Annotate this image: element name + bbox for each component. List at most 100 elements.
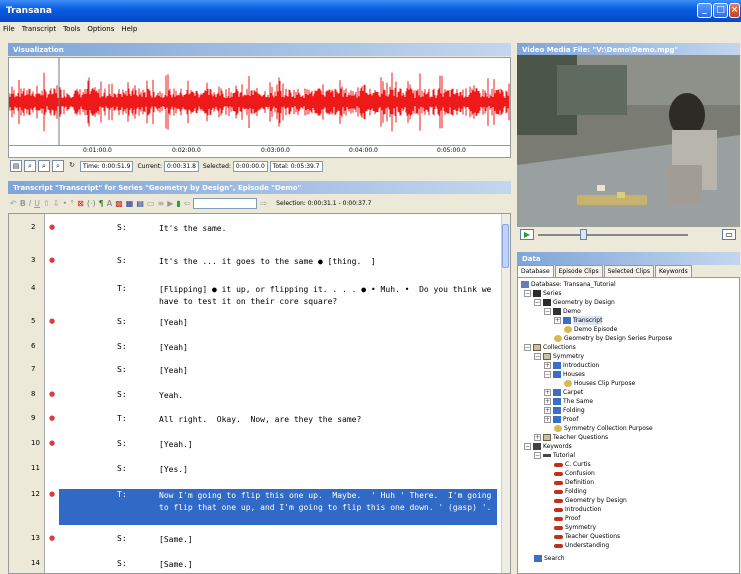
timecode-marker[interactable]: ● [49, 317, 55, 325]
tree-node[interactable]: − Series [524, 289, 561, 298]
timecode-marker[interactable]: ● [49, 414, 55, 422]
tree-node[interactable]: + Proof [544, 415, 578, 424]
tree-node[interactable]: + The Same [544, 397, 593, 406]
tree-node[interactable]: + Transcript [554, 316, 603, 325]
whisper-icon[interactable]: ° [70, 199, 74, 208]
tree-node[interactable]: Introduction [554, 505, 601, 514]
tree-node[interactable]: Demo Episode [564, 325, 617, 334]
utterance[interactable]: Now I'm going to flip this one up. Maybe… [159, 490, 499, 514]
tree-node[interactable]: Understanding [554, 541, 609, 550]
tree-node[interactable]: Symmetry Collection Purpose [554, 424, 653, 433]
menu-file[interactable]: File [3, 25, 15, 33]
tree-node[interactable]: + Introduction [544, 361, 599, 370]
utterance[interactable]: [Flipping] ● it up, or flipping it. . . … [159, 284, 499, 308]
slider-knob[interactable] [580, 228, 587, 240]
tree-node[interactable]: − Tutorial [534, 451, 575, 460]
utterance[interactable]: [Same.] [159, 559, 499, 571]
menu-tools[interactable]: Tools [63, 25, 80, 33]
back-icon[interactable]: ⇦ [184, 199, 191, 208]
transcript-editor[interactable]: 2 ● S: It's the same. 3 ● S: It's the ..… [8, 213, 511, 574]
filter-icon[interactable]: ▤ [10, 160, 22, 172]
font-icon[interactable]: A [107, 199, 112, 208]
tab-database[interactable]: Database [517, 265, 554, 277]
timecode-marker[interactable]: ● [49, 534, 55, 542]
transcript-scrollbar[interactable] [501, 214, 510, 573]
traffic-light-icon[interactable]: ▮ [176, 199, 180, 208]
falling-intonation-icon[interactable]: ⇩ [53, 199, 60, 208]
bold-icon[interactable]: B [20, 199, 26, 208]
video-frame[interactable] [517, 55, 740, 227]
maximize-button[interactable]: □ [713, 3, 728, 18]
utterance[interactable]: [Yeah.] [159, 439, 499, 451]
pdf-icon[interactable]: ▩ [115, 199, 123, 208]
scrollbar-thumb[interactable] [502, 224, 509, 268]
utterance[interactable]: It's the same. [159, 223, 499, 235]
save-icon[interactable]: ▤ [136, 199, 144, 208]
menu-options[interactable]: Options [87, 25, 114, 33]
zoom-in-icon[interactable]: ⌕ [24, 160, 36, 172]
tree-node[interactable]: − Houses [544, 370, 585, 379]
pause-icon[interactable]: (·) [87, 199, 96, 208]
tree-node[interactable]: Teacher Questions [554, 532, 620, 541]
search-input[interactable] [193, 198, 258, 209]
close-button[interactable]: × [729, 3, 740, 18]
zoom-out-icon[interactable]: ⌕ [38, 160, 50, 172]
utterance[interactable]: [Yeah] [159, 342, 499, 354]
timecode-icon[interactable]: ⊠ [77, 199, 84, 208]
search-next-icon[interactable]: ⇨ [260, 199, 267, 208]
tree-node[interactable]: Geometry by Design Series Purpose [554, 334, 672, 343]
tree-node[interactable]: Search [534, 554, 565, 563]
timecode-marker[interactable]: ● [49, 223, 55, 231]
tree-node[interactable]: Symmetry [554, 523, 596, 532]
zoom-reset-icon[interactable]: ⌕ [52, 160, 64, 172]
tab-selected-clips[interactable]: Selected Clips [603, 265, 654, 277]
tree-node[interactable]: Database: Transana_Tutorial [521, 280, 616, 289]
tree-node[interactable]: Definition [554, 478, 594, 487]
timecode-marker[interactable]: ● [49, 439, 55, 447]
tree-node[interactable]: + Carpet [544, 388, 583, 397]
utterance[interactable]: Yeah. [159, 390, 499, 402]
database-tree[interactable]: Database: Transana_Tutorial − Series − Geo… [517, 277, 740, 574]
position-slider[interactable] [538, 228, 688, 240]
tree-node[interactable]: Geometry by Design [554, 496, 627, 505]
play-button[interactable]: ▶ [520, 229, 534, 240]
utterance[interactable]: All right. Okay. Now, are they the same? [159, 414, 499, 426]
timecode-marker[interactable]: ● [49, 256, 55, 264]
waveform-display[interactable] [8, 57, 511, 146]
tab-episode-clips[interactable]: Episode Clips [554, 265, 603, 277]
tree-node[interactable]: Proof [554, 514, 580, 523]
tree-node[interactable]: − Keywords [524, 442, 572, 451]
tree-node[interactable]: − Collections [524, 343, 576, 352]
tree-node[interactable]: − Geometry by Design [534, 298, 615, 307]
utterance[interactable]: [Yeah] [159, 365, 499, 377]
tree-node[interactable]: + Folding [544, 406, 585, 415]
video-size-button[interactable]: ▭ [722, 229, 736, 240]
rising-intonation-icon[interactable]: ⇧ [43, 199, 50, 208]
timecode-marker[interactable]: ● [49, 390, 55, 398]
utterance[interactable]: [Yes.] [159, 464, 499, 476]
list-icon[interactable]: ≡ [157, 199, 164, 208]
utterance[interactable]: [Same.] [159, 534, 499, 546]
tree-node[interactable]: C. Curtis [554, 460, 591, 469]
insert-icon[interactable]: ¶ [99, 199, 104, 208]
underline-icon[interactable]: U [34, 199, 40, 208]
tab-keywords[interactable]: Keywords [654, 265, 692, 277]
minimize-button[interactable]: _ [697, 3, 712, 18]
tree-node[interactable]: Houses Clip Purpose [564, 379, 635, 388]
tree-node[interactable]: Confusion [554, 469, 595, 478]
tree-node[interactable]: + Teacher Questions [534, 433, 608, 442]
properties-icon[interactable]: ▦ [126, 199, 134, 208]
timecode-marker[interactable]: ● [49, 490, 55, 498]
utterance[interactable]: [Yeah] [159, 317, 499, 329]
utterance[interactable]: It's the ... it goes to the same ● [thin… [159, 256, 499, 268]
print-icon[interactable]: ▭ [147, 199, 155, 208]
loop-icon[interactable]: ↻ [66, 160, 78, 172]
tree-node[interactable]: − Demo [544, 307, 581, 316]
menu-help[interactable]: Help [121, 25, 137, 33]
italic-icon[interactable]: I [29, 199, 31, 208]
undo-icon[interactable]: ↶ [10, 199, 17, 208]
in-breath-icon[interactable]: • [62, 199, 67, 208]
play-icon[interactable]: ▶ [167, 199, 173, 208]
menu-transcript[interactable]: Transcript [22, 25, 56, 33]
tree-node[interactable]: Folding [554, 487, 587, 496]
